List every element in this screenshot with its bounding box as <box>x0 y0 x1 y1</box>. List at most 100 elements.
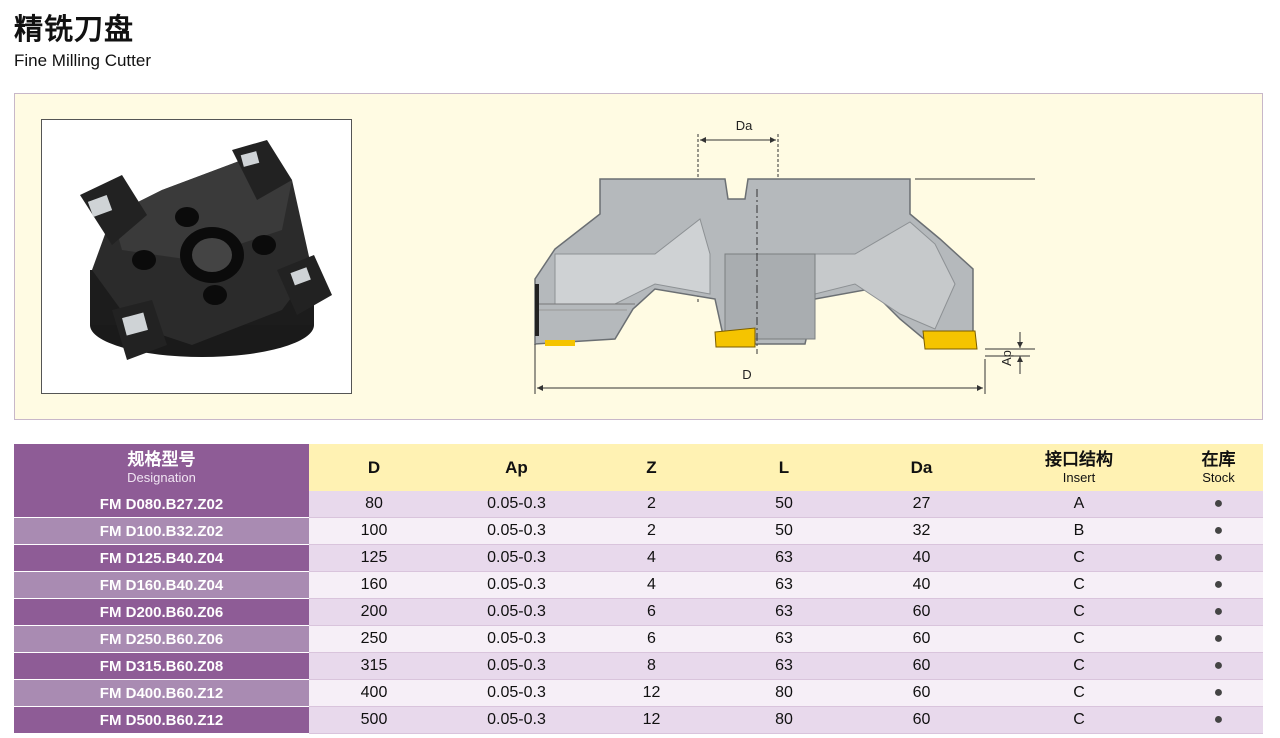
cell-insert: B <box>984 517 1174 545</box>
cell-l: 63 <box>709 598 859 626</box>
col-ap: Ap <box>439 444 594 491</box>
designation-cell: FM D315.B60.Z08 <box>14 652 309 680</box>
stock-dot-icon: ● <box>1174 625 1263 653</box>
figure-panel: Da L <box>14 93 1263 420</box>
cell-insert: C <box>984 679 1174 707</box>
cell-ap: 0.05-0.3 <box>439 625 594 653</box>
stock-dot-icon: ● <box>1174 652 1263 680</box>
cell-z: 6 <box>594 625 709 653</box>
designation-cell: FM D250.B60.Z06 <box>14 625 309 653</box>
cell-insert: C <box>984 652 1174 680</box>
spec-table: 规格型号 Designation D Ap Z L Da 接口结构 Insert 在… <box>14 444 1263 734</box>
table-header-row: 规格型号 Designation D Ap Z L Da 接口结构 Insert 在… <box>14 444 1263 491</box>
cell-ap: 0.05-0.3 <box>439 491 594 518</box>
cell-d: 100 <box>309 517 439 545</box>
table-row: FM D100.B32.Z02 100 0.05-0.3 2 50 32 B ● <box>14 517 1263 545</box>
col-insert: 接口结构 Insert <box>984 444 1174 491</box>
table-row: FM D200.B60.Z06 200 0.05-0.3 6 63 60 C ● <box>14 598 1263 626</box>
cell-insert: C <box>984 598 1174 626</box>
stock-dot-icon: ● <box>1174 598 1263 626</box>
cell-z: 2 <box>594 491 709 518</box>
cell-ap: 0.05-0.3 <box>439 544 594 572</box>
table-row: FM D500.B60.Z12 500 0.05-0.3 12 80 60 C ● <box>14 706 1263 734</box>
cell-da: 60 <box>859 679 984 707</box>
cell-da: 40 <box>859 544 984 572</box>
designation-cell: FM D100.B32.Z02 <box>14 517 309 545</box>
table-row: FM D080.B27.Z02 80 0.05-0.3 2 50 27 A ● <box>14 491 1263 518</box>
cell-ap: 0.05-0.3 <box>439 652 594 680</box>
cell-z: 12 <box>594 706 709 734</box>
cell-da: 27 <box>859 491 984 518</box>
col-d: D <box>309 444 439 491</box>
designation-cell: FM D080.B27.Z02 <box>14 491 309 518</box>
table-row: FM D250.B60.Z06 250 0.05-0.3 6 63 60 C ● <box>14 625 1263 653</box>
cell-ap: 0.05-0.3 <box>439 517 594 545</box>
cell-d: 315 <box>309 652 439 680</box>
cell-da: 32 <box>859 517 984 545</box>
cell-insert: C <box>984 571 1174 599</box>
designation-cell: FM D200.B60.Z06 <box>14 598 309 626</box>
stock-dot-icon: ● <box>1174 706 1263 734</box>
cell-da: 40 <box>859 571 984 599</box>
cell-d: 200 <box>309 598 439 626</box>
cutter-photo-icon <box>80 140 332 360</box>
designation-cell: FM D400.B60.Z12 <box>14 679 309 707</box>
cell-z: 12 <box>594 679 709 707</box>
cell-d: 250 <box>309 625 439 653</box>
col-z: Z <box>594 444 709 491</box>
cell-l: 63 <box>709 652 859 680</box>
cell-d: 160 <box>309 571 439 599</box>
cell-insert: A <box>984 491 1174 518</box>
technical-drawing: Da L <box>515 104 1075 404</box>
cell-d: 80 <box>309 491 439 518</box>
cell-z: 2 <box>594 517 709 545</box>
cell-ap: 0.05-0.3 <box>439 706 594 734</box>
cell-ap: 0.05-0.3 <box>439 571 594 599</box>
cell-l: 63 <box>709 625 859 653</box>
cell-ap: 0.05-0.3 <box>439 598 594 626</box>
table-row: FM D160.B40.Z04 160 0.05-0.3 4 63 40 C ● <box>14 571 1263 599</box>
designation-cell: FM D160.B40.Z04 <box>14 571 309 599</box>
designation-cell: FM D125.B40.Z04 <box>14 544 309 572</box>
cell-z: 4 <box>594 544 709 572</box>
cell-l: 63 <box>709 571 859 599</box>
col-designation: 规格型号 Designation <box>14 444 309 491</box>
dim-label-d: D <box>742 367 751 382</box>
col-l: L <box>709 444 859 491</box>
cell-d: 500 <box>309 706 439 734</box>
stock-dot-icon: ● <box>1174 517 1263 545</box>
cell-da: 60 <box>859 598 984 626</box>
dim-label-da: Da <box>736 118 753 133</box>
cell-d: 125 <box>309 544 439 572</box>
cell-l: 63 <box>709 544 859 572</box>
page-subtitle: Fine Milling Cutter <box>14 51 151 70</box>
designation-cell: FM D500.B60.Z12 <box>14 706 309 734</box>
cell-l: 80 <box>709 679 859 707</box>
page-title: 精铣刀盘 <box>14 12 135 46</box>
cell-z: 4 <box>594 571 709 599</box>
stock-dot-icon: ● <box>1174 571 1263 599</box>
table-row: FM D315.B60.Z08 315 0.05-0.3 8 63 60 C ● <box>14 652 1263 680</box>
cell-da: 60 <box>859 652 984 680</box>
col-stock: 在库 Stock <box>1174 444 1263 491</box>
cell-z: 6 <box>594 598 709 626</box>
cell-l: 50 <box>709 517 859 545</box>
cell-z: 8 <box>594 652 709 680</box>
cell-insert: C <box>984 706 1174 734</box>
col-da: Da <box>859 444 984 491</box>
cell-d: 400 <box>309 679 439 707</box>
table-row: FM D125.B40.Z04 125 0.05-0.3 4 63 40 C ● <box>14 544 1263 572</box>
dim-label-ap: Ap <box>999 350 1014 366</box>
table-row: FM D400.B60.Z12 400 0.05-0.3 12 80 60 C ● <box>14 679 1263 707</box>
cell-ap: 0.05-0.3 <box>439 679 594 707</box>
cell-da: 60 <box>859 706 984 734</box>
cell-da: 60 <box>859 625 984 653</box>
stock-dot-icon: ● <box>1174 491 1263 518</box>
cell-insert: C <box>984 625 1174 653</box>
cell-l: 50 <box>709 491 859 518</box>
cell-l: 80 <box>709 706 859 734</box>
product-photo <box>41 119 352 394</box>
stock-dot-icon: ● <box>1174 544 1263 572</box>
stock-dot-icon: ● <box>1174 679 1263 707</box>
cell-insert: C <box>984 544 1174 572</box>
